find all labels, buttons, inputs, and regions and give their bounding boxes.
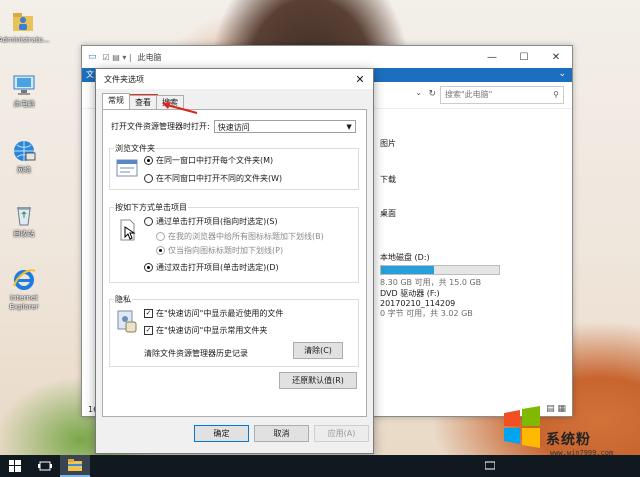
dialog-titlebar: 文件夹选项 ✕ [96, 69, 373, 89]
group-legend: 按如下方式单击项目 [114, 202, 188, 213]
desktop-icon-label: 回收站 [13, 230, 35, 238]
recycle-bin-icon [11, 202, 37, 228]
radio-new-window[interactable]: 在不同窗口中打开不同的文件夹(W) [144, 173, 282, 184]
desktop-icon-internet-explorer[interactable]: Internet Explorer [0, 266, 49, 312]
message-icon [485, 461, 495, 470]
watermark-text: 系统粉 [546, 432, 591, 448]
ie-icon [11, 266, 37, 292]
privacy-icon [117, 310, 137, 333]
check-mark-icon[interactable]: ✓ [144, 309, 153, 318]
network-icon [11, 138, 37, 164]
radio-dot[interactable] [144, 174, 153, 183]
clear-history-button[interactable]: 清除(C) [293, 342, 343, 359]
search-icon: ⚲ [553, 90, 559, 99]
radio-dot[interactable] [144, 217, 153, 226]
explorer-title: 此电脑 [137, 52, 162, 62]
chevron-down-icon[interactable]: ⌄ [558, 69, 566, 79]
minimize-button[interactable]: — [476, 52, 508, 63]
drive-item-d[interactable]: 本地磁盘 (D:) 8.30 GB 可用，共 15.0 GB [380, 252, 500, 288]
ok-button[interactable]: 确定 [194, 425, 249, 442]
open-explorer-select[interactable]: 快速访问 ▼ [213, 120, 356, 133]
dialog-title: 文件夹选项 [104, 74, 144, 84]
drive-usage-bar [380, 265, 500, 275]
start-button[interactable] [0, 455, 30, 477]
chevron-down-icon: ▼ [346, 123, 352, 131]
folder-item-pictures[interactable]: 图片 [380, 138, 396, 149]
group-legend: 浏览文件夹 [114, 143, 156, 154]
radio-dot[interactable] [156, 246, 165, 255]
folder-options-dialog: 文件夹选项 ✕ 常规 查看 搜索 打开文件资源管理器时打开: 快速访问▼ 浏览文… [95, 68, 374, 454]
task-view-icon [38, 461, 52, 471]
desktop-icon-label: 网络 [17, 166, 31, 174]
radio-underline-hover[interactable]: 仅当指向图标标题时加下划线(P) [156, 245, 283, 256]
computer-icon: ▭ [88, 52, 97, 62]
radio-underline-always[interactable]: 在我的浏览器中给所有图标标题加下划线(B) [156, 231, 324, 242]
explorer-titlebar: ▭ ☑ ▤ ▾ | 此电脑 — ☐ ✕ [82, 46, 572, 68]
taskbar [0, 455, 640, 477]
close-button[interactable]: ✕ [540, 52, 572, 63]
watermark-logo: 系统粉 www.win7999.com [498, 403, 638, 463]
group-legend: 隐私 [114, 294, 132, 305]
drive-item-dvd[interactable]: DVD 驱动器 (F:) 20170210_114209 0 字节 可用，共 3… [380, 288, 473, 319]
radio-same-window[interactable]: 在同一窗口中打开每个文件夹(M) [144, 155, 273, 166]
red-arrow-annotation [162, 102, 198, 114]
privacy-group: 隐私 ✓ 在"快速访问"中显示最近使用的文件 ✓ 在"快速访问"中显示常用文件夹 清… [109, 294, 359, 367]
folder-item-downloads[interactable]: 下载 [380, 174, 396, 185]
checkbox-recent-files[interactable]: ✓ 在"快速访问"中显示最近使用的文件 [144, 308, 283, 319]
refresh-icon[interactable]: ↻ [428, 89, 436, 99]
task-view-button[interactable] [30, 455, 60, 477]
computer-icon [11, 72, 37, 98]
drive-free-space: 0 字节 可用，共 3.02 GB [380, 309, 473, 318]
quick-access-toolbar[interactable]: ☑ ▤ ▾ | [103, 53, 132, 62]
cancel-button[interactable]: 取消 [254, 425, 309, 442]
click-items-group: 按如下方式单击项目 通过单击打开项目(指向时选定)(S) 在我的浏览器中给所有图… [109, 202, 359, 283]
folder-icon [68, 459, 82, 471]
taskbar-file-explorer[interactable] [60, 455, 90, 477]
tab-view[interactable]: 查看 [128, 94, 158, 110]
windows-logo-icon [504, 406, 540, 448]
radio-single-click[interactable]: 通过单击打开项目(指向时选定)(S) [144, 216, 278, 227]
maximize-button[interactable]: ☐ [508, 52, 540, 63]
open-explorer-row: 打开文件资源管理器时打开: 快速访问 ▼ [111, 120, 356, 133]
general-tab-panel: 打开文件资源管理器时打开: 快速访问 ▼ 浏览文件夹 在同一窗口中打开每个文件夹(… [102, 109, 367, 417]
chevron-down-icon[interactable]: ⌄ [415, 88, 422, 97]
open-explorer-label: 打开文件资源管理器时打开: [111, 122, 210, 131]
desktop-icon-label: Internet Explorer [9, 294, 39, 311]
desktop-icon-label: 此电脑 [13, 100, 35, 108]
check-mark-icon[interactable]: ✓ [144, 326, 153, 335]
search-placeholder: 搜索"此电脑" [445, 90, 493, 99]
cursor-file-icon [120, 219, 136, 241]
desktop-icon-label: Administrato... [0, 36, 50, 44]
desktop-icon-network[interactable]: 网络 [0, 138, 49, 175]
search-input[interactable]: 搜索"此电脑" ⚲ [440, 86, 564, 104]
ribbon-tab-file[interactable]: 文 [86, 69, 94, 80]
radio-double-click[interactable]: 通过双击打开项目(单击时选定)(D) [144, 262, 279, 273]
windows-start-icon [9, 460, 21, 472]
drive-name: 本地磁盘 (D:) [380, 253, 430, 262]
drive-free-space: 8.30 GB 可用，共 15.0 GB [380, 278, 482, 287]
notification-icon[interactable] [478, 455, 502, 477]
close-icon[interactable]: ✕ [347, 73, 373, 86]
desktop-icon-this-pc[interactable]: 此电脑 [0, 72, 49, 109]
apply-button[interactable]: 应用(A) [314, 425, 369, 442]
restore-defaults-button[interactable]: 还原默认值(R) [279, 372, 357, 389]
browse-folders-group: 浏览文件夹 在同一窗口中打开每个文件夹(M) 在不同窗口中打开不同的文件夹(W) [109, 143, 359, 190]
drive-name: DVD 驱动器 (F:) [380, 289, 440, 298]
desktop-icon-recycle-bin[interactable]: 回收站 [0, 202, 49, 239]
tab-general[interactable]: 常规 [102, 93, 130, 109]
checkbox-frequent-folders[interactable]: ✓ 在"快速访问"中显示常用文件夹 [144, 325, 267, 336]
radio-dot[interactable] [156, 232, 165, 241]
radio-dot[interactable] [144, 156, 153, 165]
clear-history-label: 清除文件资源管理器历史记录 [144, 349, 248, 358]
folder-item-desktop[interactable]: 桌面 [380, 208, 396, 219]
drive-label: 20170210_114209 [380, 299, 456, 308]
desktop-icon-administrator[interactable]: Administrato... [0, 8, 50, 45]
user-folder-icon [10, 8, 36, 34]
window-icon [116, 159, 138, 177]
radio-dot[interactable] [144, 263, 153, 272]
